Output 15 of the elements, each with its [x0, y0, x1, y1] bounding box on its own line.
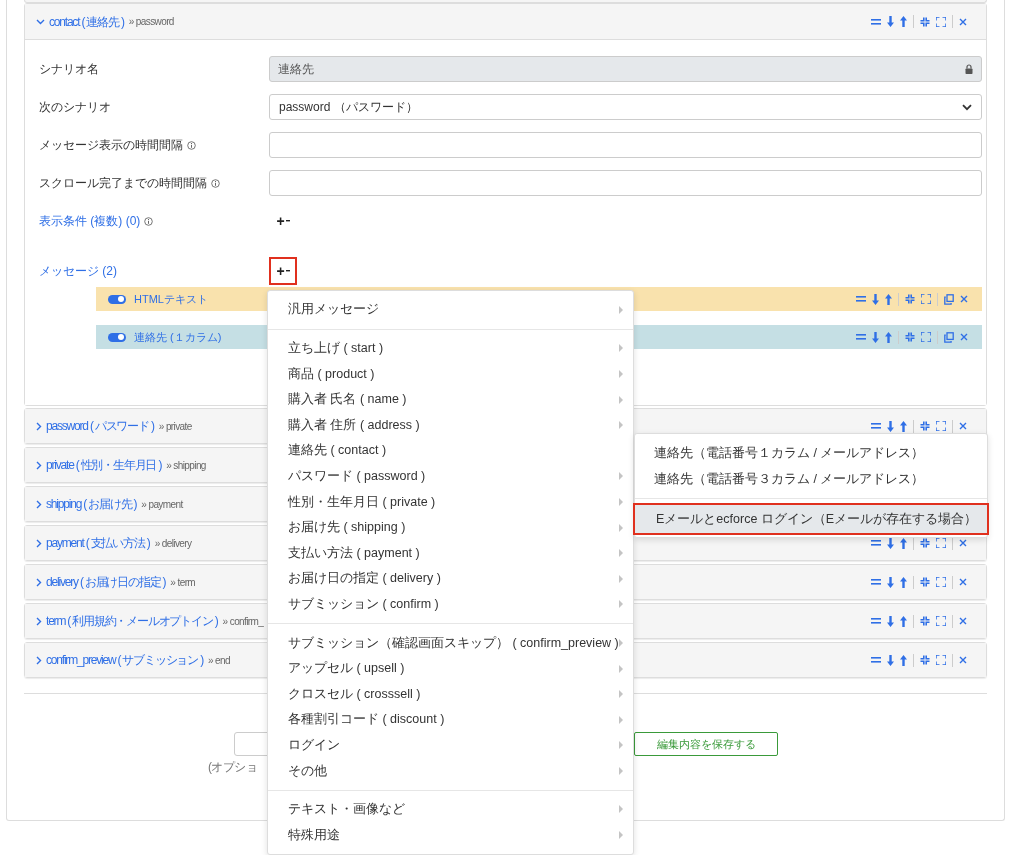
field-value: password （パスワード）	[279, 99, 418, 116]
next-scenario-label: » password	[128, 15, 174, 29]
field-label: 次のシナリオ	[39, 99, 111, 116]
field-label: スクロール完了までの時間間隔	[39, 175, 207, 192]
field-label: メッセージ表示の時間間隔	[39, 137, 183, 154]
next-scenario-label: » term	[170, 575, 196, 590]
next-scenario-label: » confirm_	[222, 614, 264, 629]
next-scenario-label: » end	[207, 653, 230, 668]
next-scenario-label: » shipping	[166, 458, 206, 473]
field-note: (オプショ	[208, 759, 258, 776]
next-scenario-label: » delivery	[154, 536, 192, 551]
next-scenario-label: » payment	[141, 497, 183, 512]
field-value: 連絡先	[278, 61, 314, 78]
field-label: シナリオ名	[39, 61, 99, 78]
next-scenario-label: » private	[158, 419, 192, 434]
